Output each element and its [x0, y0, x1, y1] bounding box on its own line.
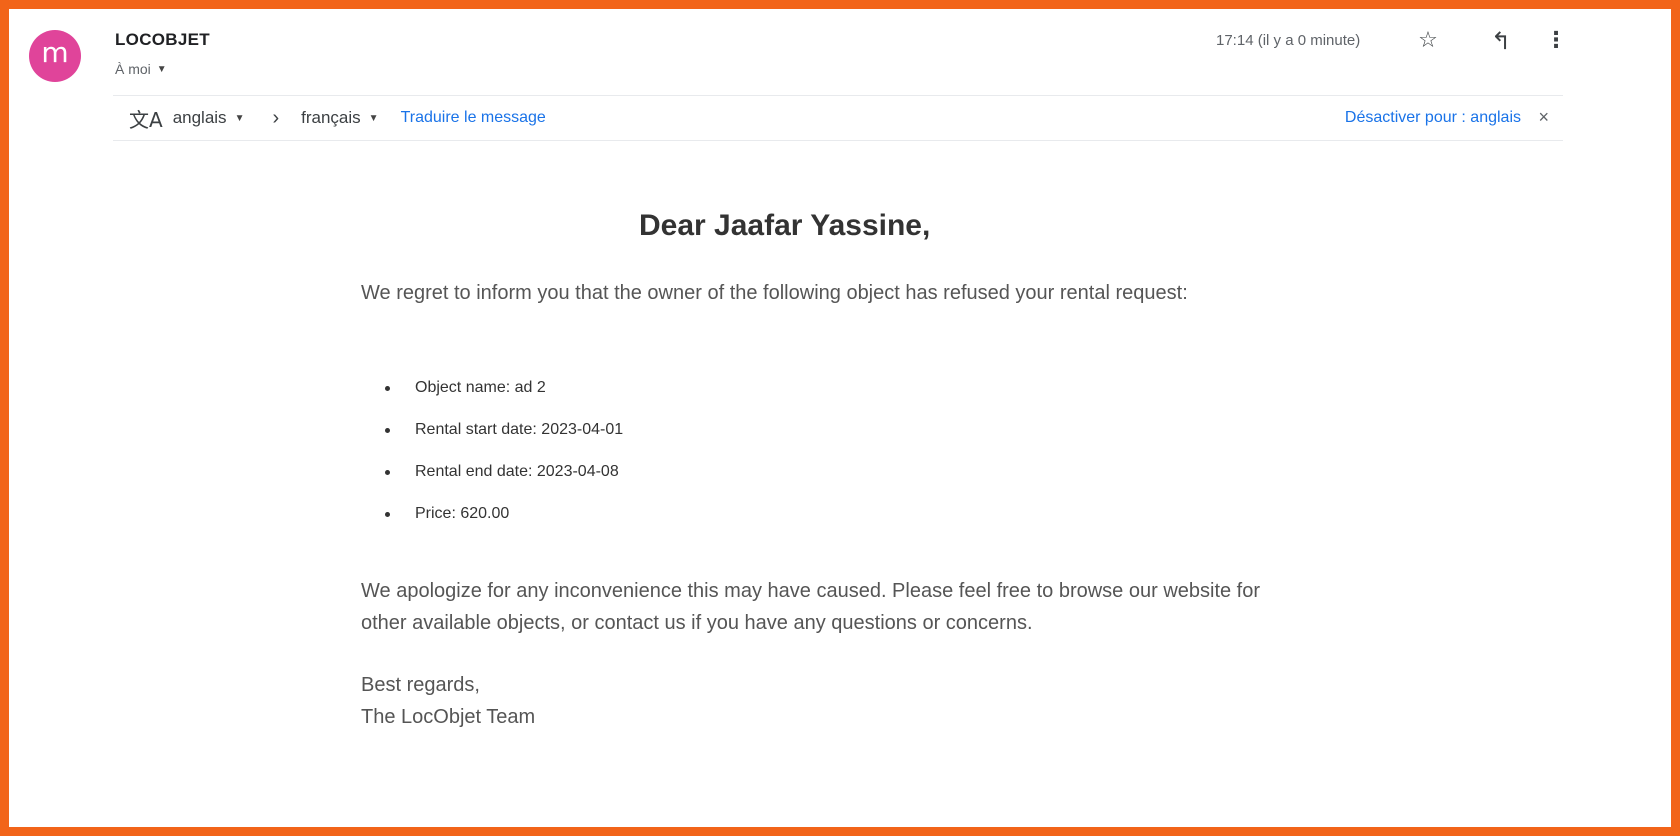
recipient-label: À moi: [115, 61, 151, 77]
email-intro: We regret to inform you that the owner o…: [361, 282, 1188, 304]
rental-details-list: Object name: ad 2 Rental start date: 202…: [381, 367, 623, 535]
email-greeting: Dear Jaafar Yassine,: [639, 209, 931, 242]
list-item: Object name: ad 2: [381, 367, 623, 409]
disable-translation-link[interactable]: Désactiver pour : anglais: [1345, 109, 1521, 127]
target-language-select[interactable]: français ▼: [301, 108, 378, 128]
email-frame: m LOCOBJET À moi ▼ 17:14 (il y a 0 minut…: [0, 0, 1680, 836]
translate-icon: 文A: [129, 107, 163, 132]
list-item: Rental start date: 2023-04-01: [381, 409, 623, 451]
email-timestamp: 17:14 (il y a 0 minute): [1216, 32, 1361, 49]
reply-icon[interactable]: ↰: [1487, 27, 1515, 56]
email-signoff: Best regards, The LocObjet Team: [361, 669, 535, 733]
sender-avatar[interactable]: m: [29, 30, 81, 82]
star-icon[interactable]: ☆: [1414, 27, 1442, 53]
more-vert-icon[interactable]: ⋮: [1542, 27, 1570, 53]
list-item: Rental end date: 2023-04-08: [381, 451, 623, 493]
chevron-right-icon: ›: [272, 106, 280, 129]
signature-line: The LocObjet Team: [361, 706, 536, 728]
caret-down-icon: ▼: [156, 63, 167, 75]
closing-line: Best regards,: [361, 674, 480, 696]
target-language-label: français: [301, 108, 361, 127]
translate-message-link[interactable]: Traduire le message: [401, 109, 546, 127]
translate-bar: 文A anglais ▼ › français ▼ Traduire le me…: [113, 95, 1563, 141]
sender-name[interactable]: LOCOBJET: [115, 30, 210, 50]
source-language-label: anglais: [172, 108, 227, 127]
source-language-select[interactable]: anglais ▼: [173, 108, 245, 128]
caret-down-icon: ▼: [234, 112, 245, 124]
caret-down-icon: ▼: [368, 112, 379, 124]
recipient-dropdown[interactable]: À moi ▼: [115, 61, 167, 77]
close-icon[interactable]: ×: [1538, 107, 1549, 128]
list-item: Price: 620.00: [381, 493, 623, 535]
avatar-letter: m: [41, 36, 69, 69]
email-apology: We apologize for any inconvenience this …: [361, 580, 1261, 634]
